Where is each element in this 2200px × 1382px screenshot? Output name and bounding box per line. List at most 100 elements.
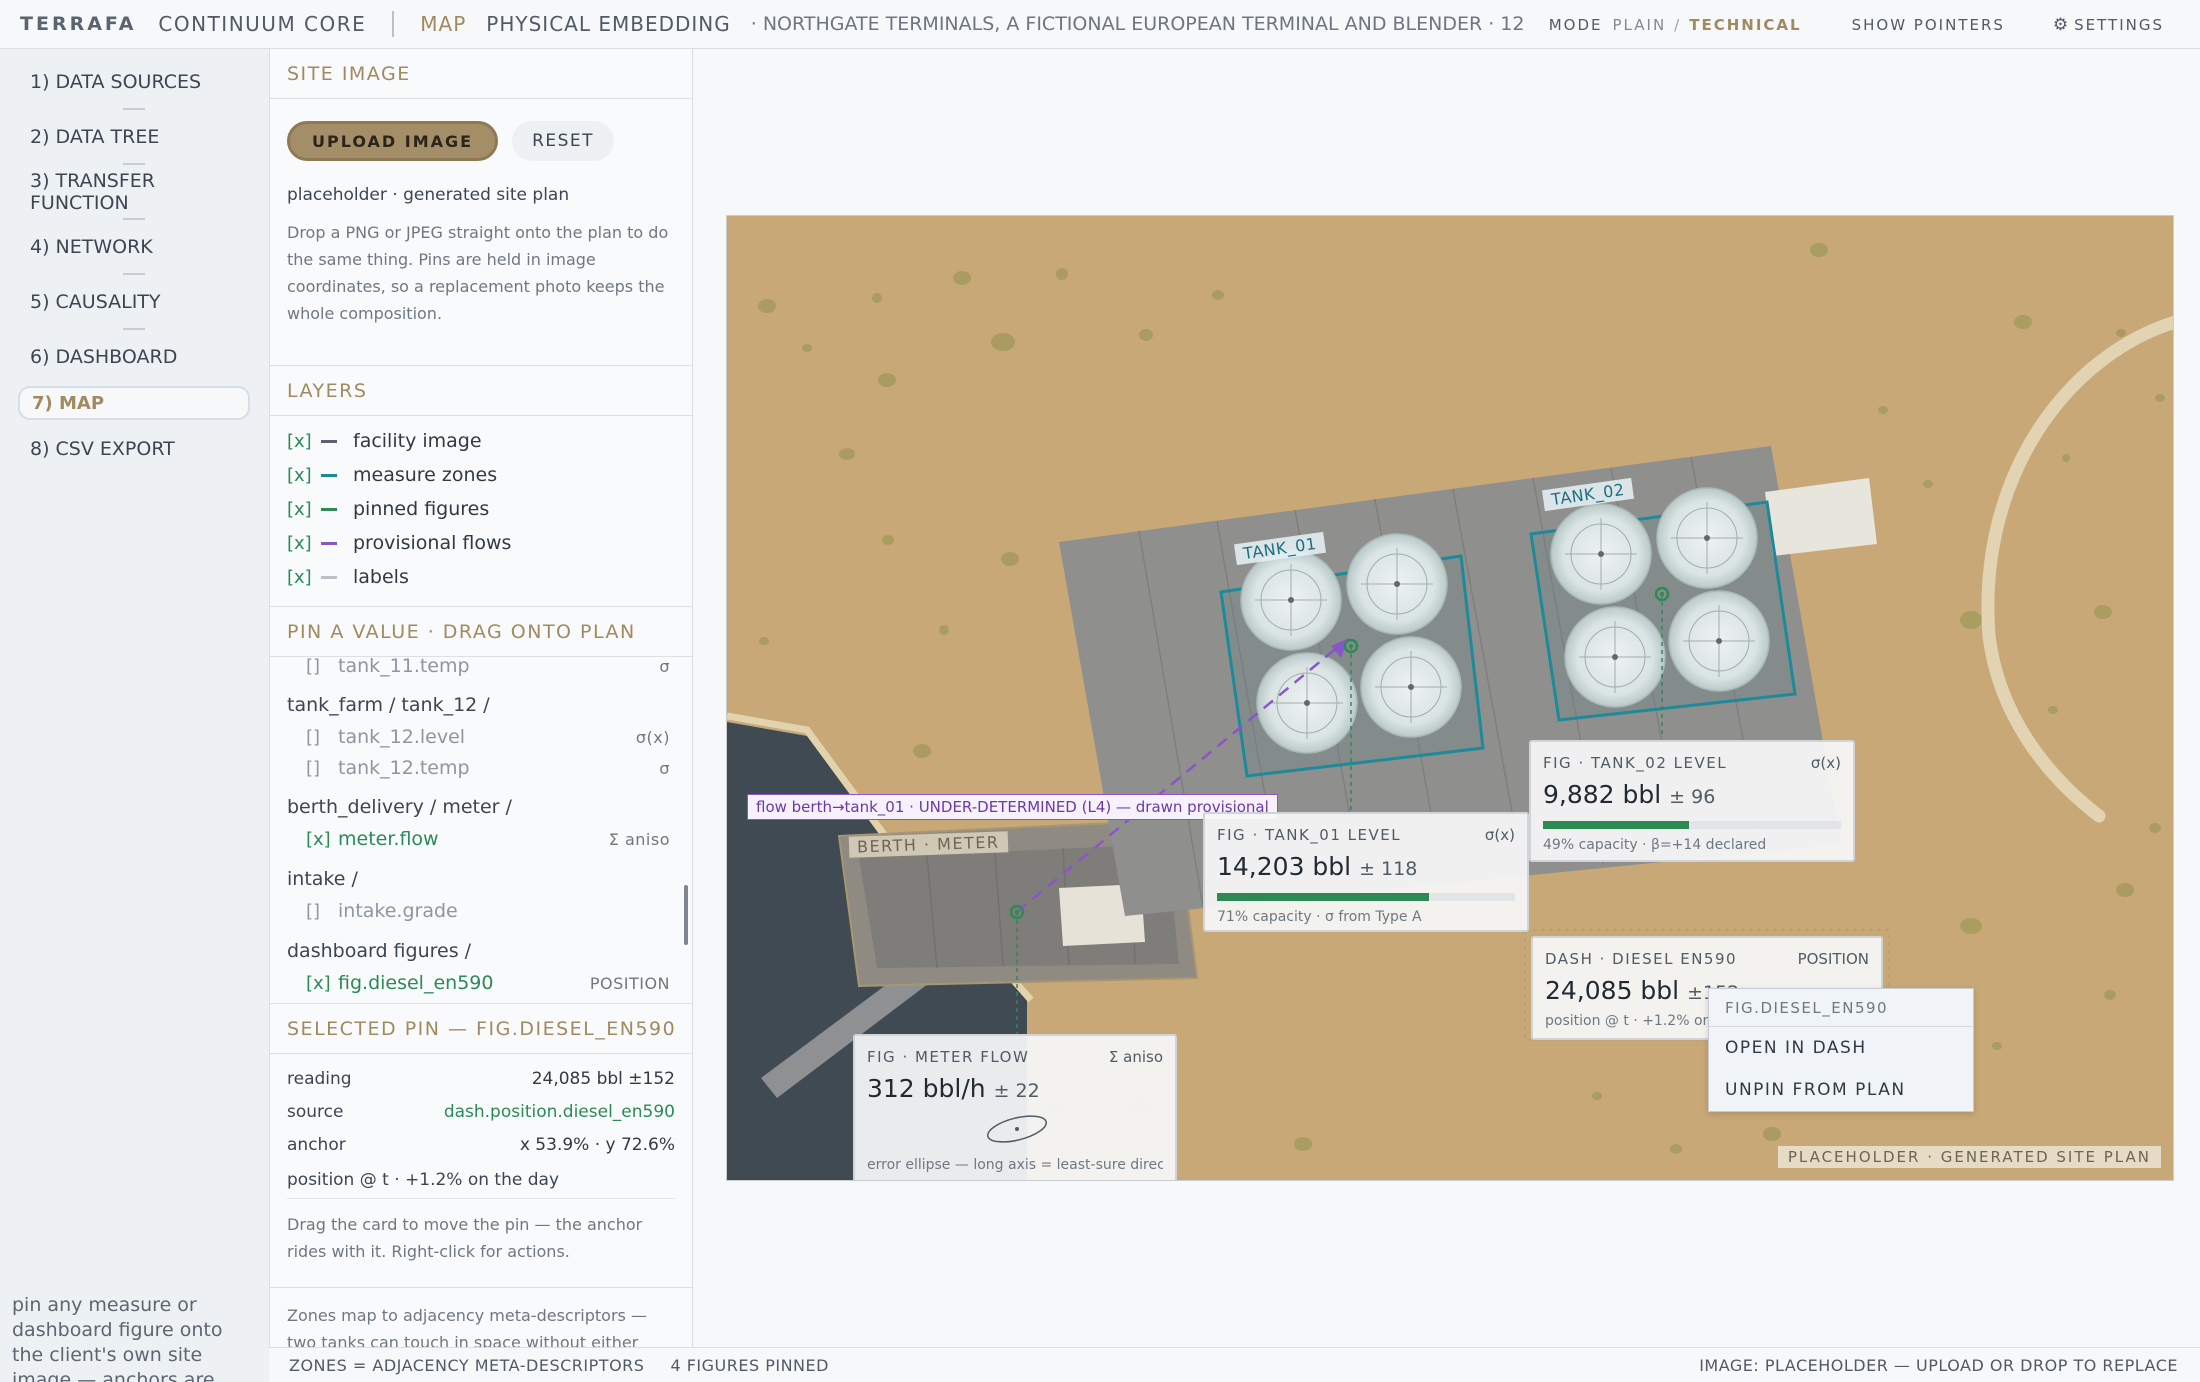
status-figures-count: 4 FIGURES PINNED bbox=[670, 1355, 829, 1375]
tree-group-intake[interactable]: intake / bbox=[270, 864, 692, 894]
layer-checkbox[interactable]: [x] bbox=[287, 567, 321, 588]
side-panel: SITE IMAGE UPLOAD IMAGE RESET placeholde… bbox=[269, 49, 693, 1347]
map-canvas: TANK_01 TANK_02 BERTH · METER flow berth… bbox=[694, 49, 2200, 1347]
card-reading: 9,882 bbl bbox=[1543, 780, 1662, 809]
tree-leaf-tank12-temp[interactable]: [] tank_12.temp σ bbox=[270, 753, 692, 783]
mode-separator: / bbox=[1674, 15, 1682, 34]
nav-connector bbox=[123, 328, 145, 330]
card-title: FIG · METER FLOW bbox=[867, 1048, 1030, 1066]
capacity-bar bbox=[1217, 893, 1515, 901]
figure-card-tank-02[interactable]: FIG · TANK_02 LEVEL σ(x) 9,882 bbl ± 96 4… bbox=[1529, 740, 1855, 862]
top-bar-controls: MODE PLAIN / TECHNICAL SHOW POINTERS ⚙ S… bbox=[1528, 0, 2200, 48]
layers-list: [x] facility image [x] measure zones [x] pi… bbox=[270, 416, 692, 606]
layer-swatch bbox=[321, 575, 337, 579]
error-ellipse-icon bbox=[987, 1115, 1047, 1143]
nav-item-network[interactable]: 4) NETWORK bbox=[18, 228, 250, 266]
leaf-checkbox[interactable]: [x] bbox=[306, 973, 338, 994]
layer-swatch bbox=[321, 541, 337, 545]
card-uncertainty: ± 22 bbox=[993, 1080, 1040, 1102]
anchor-row: anchor x 53.9% · y 72.6% bbox=[270, 1128, 692, 1161]
show-pointers-button[interactable]: SHOW POINTERS bbox=[1852, 16, 2005, 34]
tree-scrollbar[interactable] bbox=[684, 885, 688, 945]
layer-pinned-figures[interactable]: [x] pinned figures bbox=[270, 492, 692, 526]
tree-leaf-tank12-level[interactable]: [] tank_12.level σ(x) bbox=[270, 722, 692, 752]
settings-label: SETTINGS bbox=[2074, 15, 2164, 34]
tree-group-berth-meter[interactable]: berth_delivery / meter / bbox=[270, 792, 692, 822]
source-link[interactable]: dash.position.diesel_en590 bbox=[444, 1102, 675, 1122]
leaf-checkbox[interactable]: [] bbox=[306, 901, 338, 922]
leaf-checkbox[interactable]: [] bbox=[306, 657, 338, 677]
nav-item-data-sources[interactable]: 1) DATA SOURCES bbox=[18, 63, 250, 101]
section-title: MAP bbox=[420, 12, 467, 36]
layer-measure-zones[interactable]: [x] measure zones bbox=[270, 458, 692, 492]
pin-value-tree[interactable]: [] tank_11.temp σ tank_farm / tank_12 / []… bbox=[270, 657, 692, 1003]
nav-item-dashboard[interactable]: 6) DASHBOARD bbox=[18, 338, 250, 376]
upload-image-button[interactable]: UPLOAD IMAGE bbox=[287, 121, 499, 161]
leaf-checkbox[interactable]: [] bbox=[306, 727, 338, 748]
mode-technical-toggle[interactable]: TECHNICAL bbox=[1689, 16, 1801, 34]
anchor-label: anchor bbox=[287, 1134, 346, 1155]
figure-card-meter-flow[interactable]: FIG · METER FLOW Σ aniso 312 bbl/h ± 22 e… bbox=[853, 1034, 1177, 1180]
leaf-checkbox[interactable]: [x] bbox=[306, 829, 338, 850]
nav-item-transfer-function[interactable]: 3) TRANSFER FUNCTION bbox=[18, 170, 250, 214]
nav-connector bbox=[123, 273, 145, 275]
title-divider bbox=[392, 11, 395, 37]
brand-logo[interactable]: TERRAFA bbox=[20, 13, 136, 35]
tree-group-dashboard-figures[interactable]: dashboard figures / bbox=[270, 936, 692, 966]
layer-checkbox[interactable]: [x] bbox=[287, 431, 321, 452]
card-title: DASH · DIESEL EN590 bbox=[1545, 950, 1738, 968]
layer-checkbox[interactable]: [x] bbox=[287, 499, 321, 520]
tree-leaf-intake-grade[interactable]: [] intake.grade bbox=[270, 896, 692, 926]
nav-item-csv-export[interactable]: 8) CSV EXPORT bbox=[18, 430, 250, 468]
layer-swatch bbox=[321, 473, 337, 477]
capacity-bar-fill bbox=[1217, 893, 1429, 901]
reset-button[interactable]: RESET bbox=[512, 121, 615, 161]
layer-labels[interactable]: [x] labels bbox=[270, 560, 692, 594]
layer-checkbox[interactable]: [x] bbox=[287, 533, 321, 554]
reading-label: reading bbox=[287, 1068, 352, 1089]
status-zones: ZONES = ADJACENCY META-DESCRIPTORS bbox=[289, 1355, 645, 1375]
leaf-label: fig.diesel_en590 bbox=[338, 972, 494, 994]
card-header: FIG · TANK_01 LEVEL σ(x) bbox=[1217, 826, 1515, 844]
open-in-dash-menu-item[interactable]: OPEN IN DASH bbox=[1709, 1027, 1973, 1069]
layer-facility-image[interactable]: [x] facility image bbox=[270, 424, 692, 458]
card-footnote: 71% capacity · σ from Type A bbox=[1217, 909, 1422, 925]
tree-leaf-fig-diesel[interactable]: [x] fig.diesel_en590 POSITION bbox=[270, 968, 692, 998]
card-uncertainty: ± 96 bbox=[1669, 786, 1716, 808]
unpin-from-plan-menu-item[interactable]: UNPIN FROM PLAN bbox=[1709, 1069, 1973, 1111]
leaf-tag: Σ aniso bbox=[608, 829, 670, 849]
nav-item-map[interactable]: 7) MAP bbox=[18, 386, 250, 420]
app-root: TERRAFA CONTINUUM CORE MAP PHYSICAL EMBE… bbox=[0, 0, 2200, 1382]
mode-plain-toggle[interactable]: PLAIN bbox=[1613, 16, 1667, 34]
layer-label: labels bbox=[353, 566, 409, 588]
layer-provisional-flows[interactable]: [x] provisional flows bbox=[270, 526, 692, 560]
card-uncertainty-type: σ(x) bbox=[1810, 754, 1841, 772]
nav-item-causality[interactable]: 5) CAUSALITY bbox=[18, 283, 250, 321]
nav-item-data-tree[interactable]: 2) DATA TREE bbox=[18, 118, 250, 156]
status-bar: ZONES = ADJACENCY META-DESCRIPTORS 4 FIG… bbox=[269, 1347, 2200, 1382]
card-reading: 24,085 bbl bbox=[1545, 976, 1680, 1005]
card-header: FIG · METER FLOW Σ aniso bbox=[867, 1048, 1163, 1066]
settings-button[interactable]: ⚙ SETTINGS bbox=[2053, 15, 2164, 35]
layer-label: pinned figures bbox=[353, 498, 490, 520]
leaf-tag: σ bbox=[659, 758, 670, 778]
tree-group-tank12[interactable]: tank_farm / tank_12 / bbox=[270, 690, 692, 720]
pin-value-section: PIN A VALUE · DRAG ONTO PLAN [] tank_11.t… bbox=[270, 607, 692, 1004]
leaf-tag: σ bbox=[659, 657, 670, 676]
tree-leaf-meter-flow[interactable]: [x] meter.flow Σ aniso bbox=[270, 824, 692, 854]
card-uncertainty-type: POSITION bbox=[1797, 950, 1869, 968]
leaf-checkbox[interactable]: [] bbox=[306, 758, 338, 779]
leaf-label: intake.grade bbox=[338, 900, 458, 922]
view-title: PHYSICAL EMBEDDING bbox=[486, 12, 731, 36]
nav-connector bbox=[123, 218, 145, 220]
source-row: source dash.position.diesel_en590 bbox=[270, 1095, 692, 1128]
tree-leaf-tank11-temp[interactable]: [] tank_11.temp σ bbox=[270, 657, 692, 681]
provisional-flow-label[interactable]: flow berth→tank_01 · UNDER-DETERMINED (L… bbox=[747, 794, 1278, 820]
nav-connector bbox=[123, 108, 145, 110]
card-reading: 14,203 bbl bbox=[1217, 852, 1352, 881]
gear-icon: ⚙ bbox=[2052, 14, 2069, 35]
figure-card-tank-01[interactable]: FIG · TANK_01 LEVEL σ(x) 14,203 bbl ± 118… bbox=[1203, 812, 1529, 932]
leaf-label: tank_12.level bbox=[338, 726, 466, 748]
layer-label: facility image bbox=[353, 430, 482, 452]
layer-checkbox[interactable]: [x] bbox=[287, 465, 321, 486]
